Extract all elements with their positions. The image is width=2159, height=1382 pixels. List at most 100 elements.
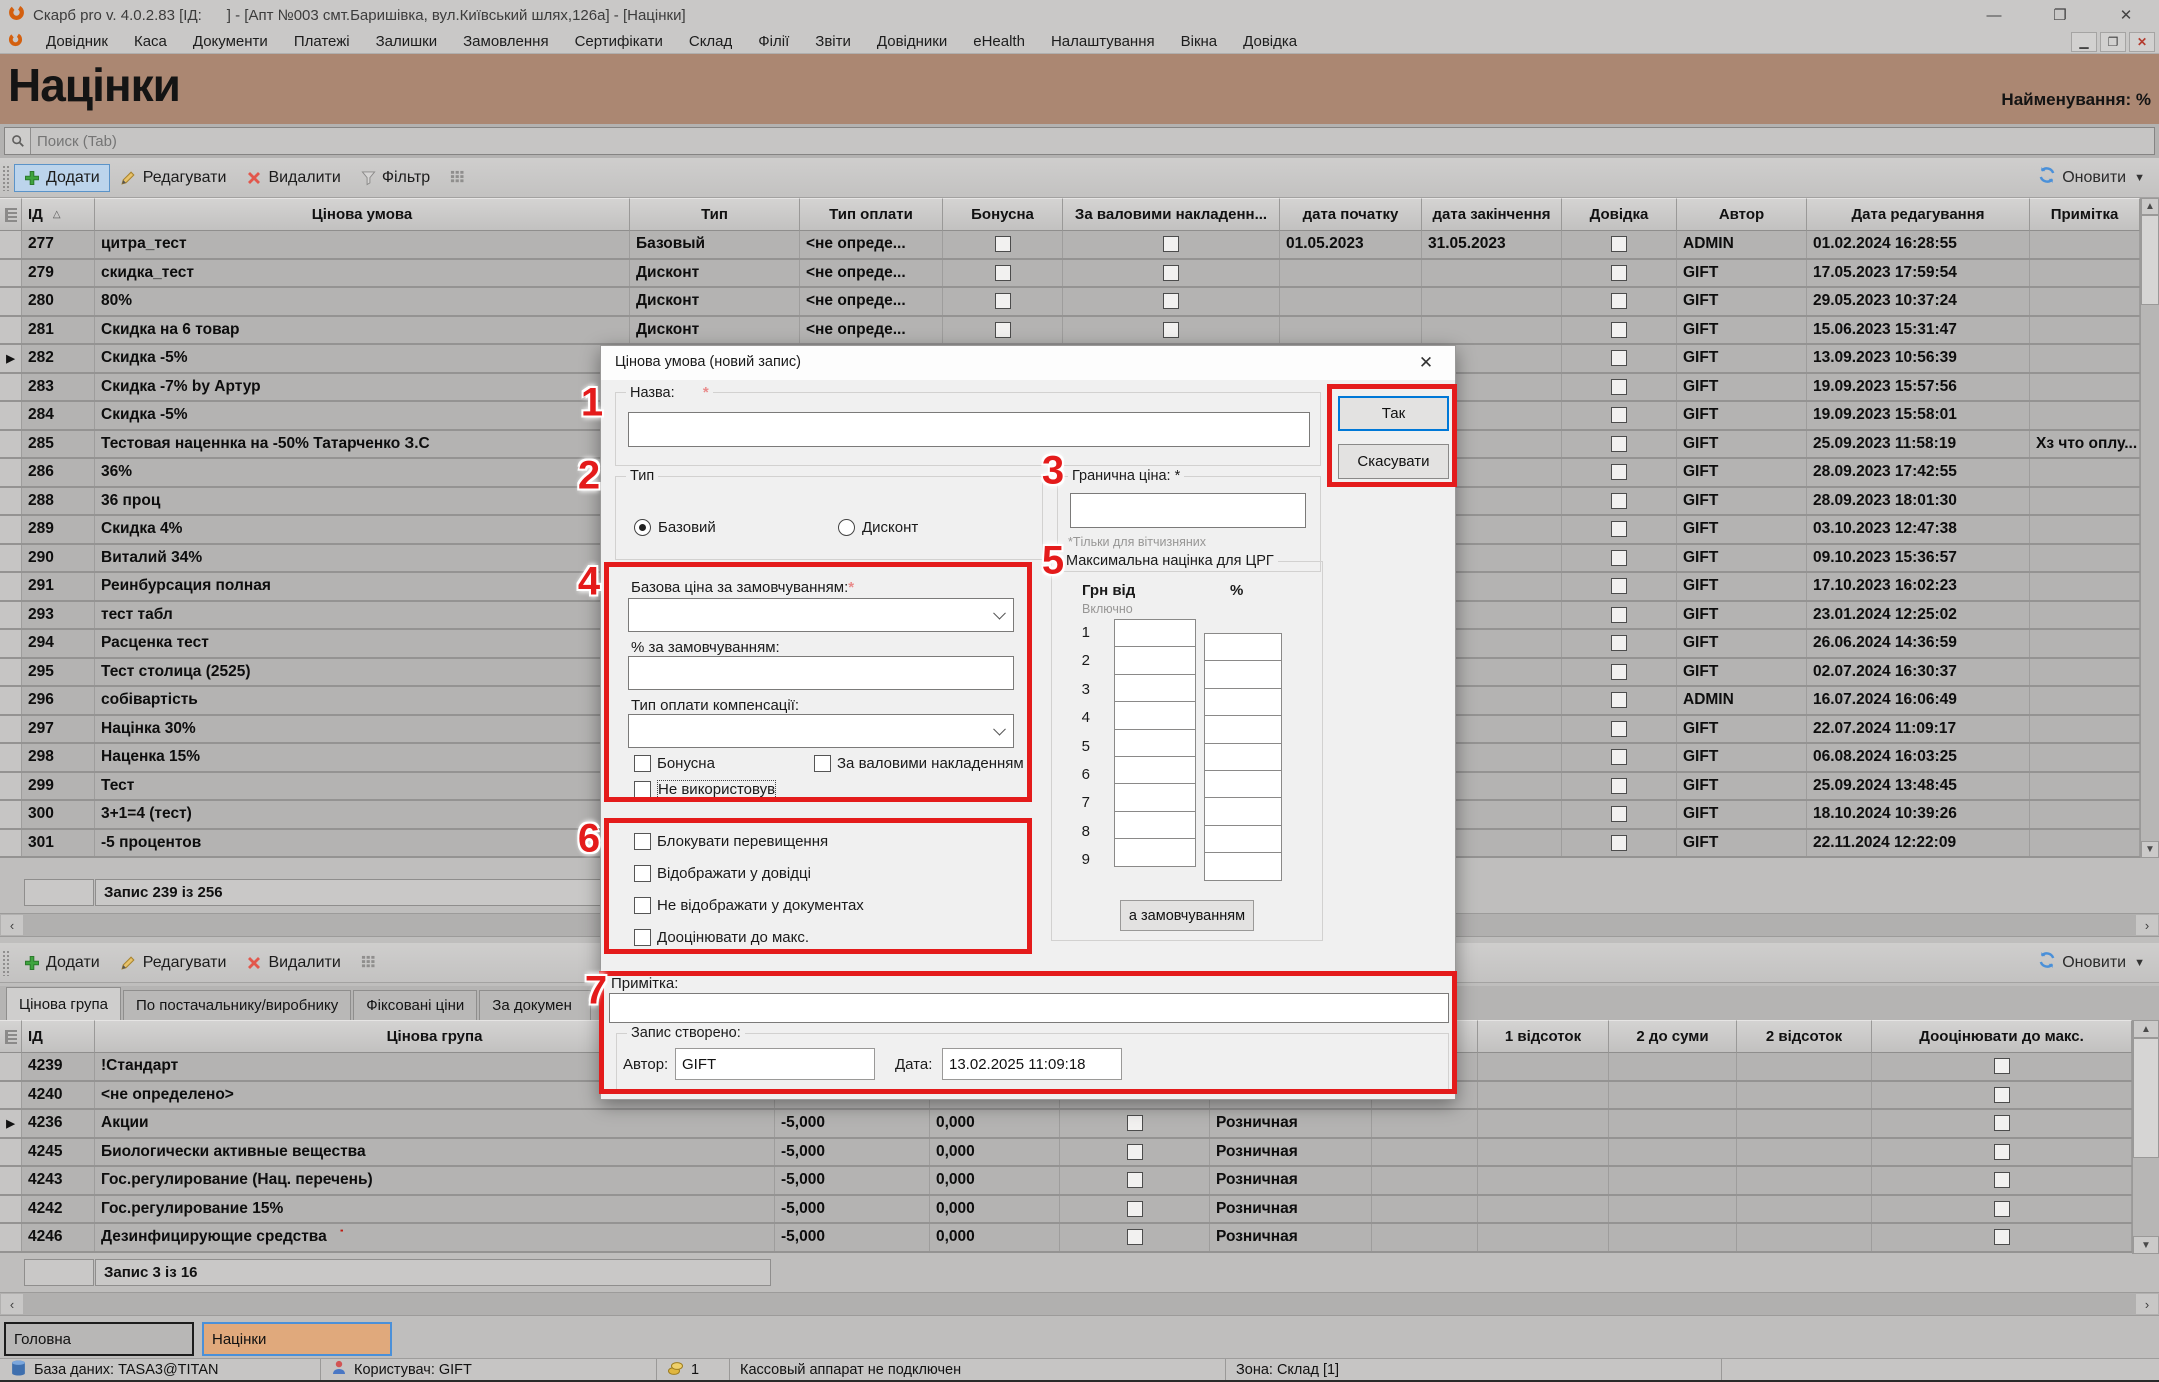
tab-Цінова група[interactable]: Цінова група <box>6 987 121 1020</box>
maximize-icon[interactable]: ❐ <box>2027 0 2093 30</box>
menu-item-Довідник[interactable]: Довідник <box>33 33 121 50</box>
bonus-checkbox[interactable] <box>995 265 1011 281</box>
column-header-Примітка[interactable]: Примітка <box>2030 198 2140 231</box>
refresh-button-top[interactable]: Оновити ▼ <box>2038 166 2145 189</box>
reference-checkbox[interactable] <box>1611 778 1627 794</box>
edit-button[interactable]: Редагувати <box>110 164 237 192</box>
column-header-Бонусна[interactable]: Бонусна <box>943 198 1063 231</box>
bottom-table-vscrollbar[interactable]: ▲ ▼ <box>2132 1020 2159 1254</box>
table-options-icon[interactable] <box>0 1020 22 1053</box>
column-header-2 відсоток[interactable]: 2 відсоток <box>1737 1020 1872 1053</box>
toolbar-grip[interactable] <box>2 165 10 191</box>
table-options-icon[interactable] <box>0 198 22 231</box>
gross-invoices-checkbox[interactable]: За валовими накладенням <box>814 755 1027 772</box>
reference-checkbox[interactable] <box>1611 749 1627 765</box>
table-row[interactable]: ▶4236Акции-5,0000,000Розничная <box>0 1110 2132 1139</box>
minimize-icon[interactable]: — <box>1961 0 2027 30</box>
reference-checkbox[interactable] <box>1611 350 1627 366</box>
column-header-За валовими накладенн...[interactable]: За валовими накладенн... <box>1063 198 1280 231</box>
menu-item-Налаштування[interactable]: Налаштування <box>1038 33 1168 50</box>
reference-checkbox[interactable] <box>1611 493 1627 509</box>
ok-button[interactable]: Так <box>1338 396 1449 431</box>
scroll-thumb[interactable] <box>2141 215 2159 305</box>
block-exceeding-checkbox[interactable]: Блокувати перевищення <box>634 833 828 850</box>
crg-percent-input-6[interactable] <box>1204 770 1282 798</box>
crg-percent-input-1[interactable] <box>1204 633 1282 661</box>
wintab-nacinky[interactable]: Націнки <box>202 1322 392 1356</box>
delete-button-bottom[interactable]: Видалити <box>236 949 350 977</box>
crg-amount-input-6[interactable] <box>1114 756 1196 784</box>
column-header-2 до суми[interactable]: 2 до суми <box>1609 1020 1737 1053</box>
crg-percent-input-5[interactable] <box>1204 743 1282 771</box>
crg-default-button[interactable]: а замовчуванням <box>1120 900 1254 931</box>
mdi-restore-icon[interactable]: ❐ <box>2100 32 2126 52</box>
reference-checkbox[interactable] <box>1611 379 1627 395</box>
cancel-button[interactable]: Скасувати <box>1338 444 1449 479</box>
table-row[interactable]: 279скидка_тестДисконт<не опреде...GIFT17… <box>0 260 2140 289</box>
scroll-left-icon[interactable]: ‹ <box>1 915 23 935</box>
table-row[interactable]: 4246Дезинфицирующие средства˙-5,0000,000… <box>0 1224 2132 1253</box>
show-in-reference-checkbox[interactable]: Відображати у довідці <box>634 865 811 882</box>
columns-icon[interactable] <box>440 165 475 190</box>
bonus-checkbox[interactable]: Бонусна <box>634 755 715 772</box>
reference-checkbox[interactable] <box>1611 293 1627 309</box>
flag-checkbox[interactable] <box>1127 1201 1143 1217</box>
radio-base[interactable]: Базовий <box>634 519 716 536</box>
close-icon[interactable]: ✕ <box>2093 0 2159 30</box>
flag-checkbox[interactable] <box>1127 1172 1143 1188</box>
dialog-close-icon[interactable]: ✕ <box>1409 350 1443 376</box>
scroll-thumb[interactable] <box>2133 1038 2159 1158</box>
wintab-home[interactable]: Головна <box>4 1322 194 1356</box>
name-input[interactable] <box>629 413 1309 446</box>
reference-checkbox[interactable] <box>1611 322 1627 338</box>
limit-price-input[interactable] <box>1071 494 1305 527</box>
reference-checkbox[interactable] <box>1611 521 1627 537</box>
not-used-checkbox[interactable]: Не використовув <box>634 780 776 799</box>
delete-button[interactable]: Видалити <box>236 164 350 192</box>
reference-checkbox[interactable] <box>1611 806 1627 822</box>
revalue-max-checkbox[interactable] <box>1994 1058 2010 1074</box>
crg-percent-input-4[interactable] <box>1204 715 1282 743</box>
column-header-Дооцінювати до макс.[interactable]: Дооцінювати до макс. <box>1872 1020 2132 1053</box>
reference-checkbox[interactable] <box>1611 635 1627 651</box>
revalue-max-checkbox[interactable] <box>1994 1229 2010 1245</box>
crg-percent-input-2[interactable] <box>1204 660 1282 688</box>
refresh-button-bottom[interactable]: Оновити ▼ <box>2038 951 2145 974</box>
crg-percent-input-9[interactable] <box>1204 852 1282 880</box>
filter-button[interactable]: Фільтр <box>351 164 440 192</box>
revalue-max-checkbox[interactable] <box>1994 1115 2010 1131</box>
flag-checkbox[interactable] <box>1127 1144 1143 1160</box>
edit-button-bottom[interactable]: Редагувати <box>110 949 237 977</box>
column-header-дата закінчення[interactable]: дата закінчення <box>1422 198 1562 231</box>
toolbar-grip-2[interactable] <box>2 950 10 976</box>
add-button-bottom[interactable]: Додати <box>14 949 110 977</box>
reference-checkbox[interactable] <box>1611 550 1627 566</box>
column-header-Довідка[interactable]: Довідка <box>1562 198 1677 231</box>
crg-percent-input-8[interactable] <box>1204 825 1282 853</box>
menu-item-Довідники[interactable]: Довідники <box>864 33 960 50</box>
reference-checkbox[interactable] <box>1611 436 1627 452</box>
menu-item-Платежі[interactable]: Платежі <box>281 33 363 50</box>
crg-amount-input-3[interactable] <box>1114 674 1196 702</box>
compensation-pay-type-combo[interactable] <box>628 714 1014 748</box>
bonus-checkbox[interactable] <box>995 236 1011 252</box>
reference-checkbox[interactable] <box>1611 721 1627 737</box>
default-percent-input[interactable] <box>629 657 1013 689</box>
bonus-checkbox[interactable] <box>995 293 1011 309</box>
reference-checkbox[interactable] <box>1611 265 1627 281</box>
reference-checkbox[interactable] <box>1611 607 1627 623</box>
gross-checkbox[interactable] <box>1163 236 1179 252</box>
crg-amount-input-7[interactable] <box>1114 783 1196 811</box>
crg-amount-input-5[interactable] <box>1114 729 1196 757</box>
scroll-up-icon[interactable]: ▲ <box>2133 1020 2159 1038</box>
menu-item-Філії[interactable]: Філії <box>745 33 802 50</box>
table-row[interactable]: 277цитра_тестБазовый<не опреде...01.05.2… <box>0 231 2140 260</box>
crg-percent-input-7[interactable] <box>1204 797 1282 825</box>
table-row[interactable]: 28080%Дисконт<не опреде...GIFT29.05.2023… <box>0 288 2140 317</box>
revalue-max-checkbox[interactable] <box>1994 1172 2010 1188</box>
scroll-right-icon[interactable]: › <box>2136 1294 2158 1314</box>
author-input[interactable] <box>676 1049 874 1079</box>
base-price-combo[interactable] <box>628 598 1014 632</box>
crg-amount-input-4[interactable] <box>1114 701 1196 729</box>
column-header-дата початку[interactable]: дата початку <box>1280 198 1422 231</box>
